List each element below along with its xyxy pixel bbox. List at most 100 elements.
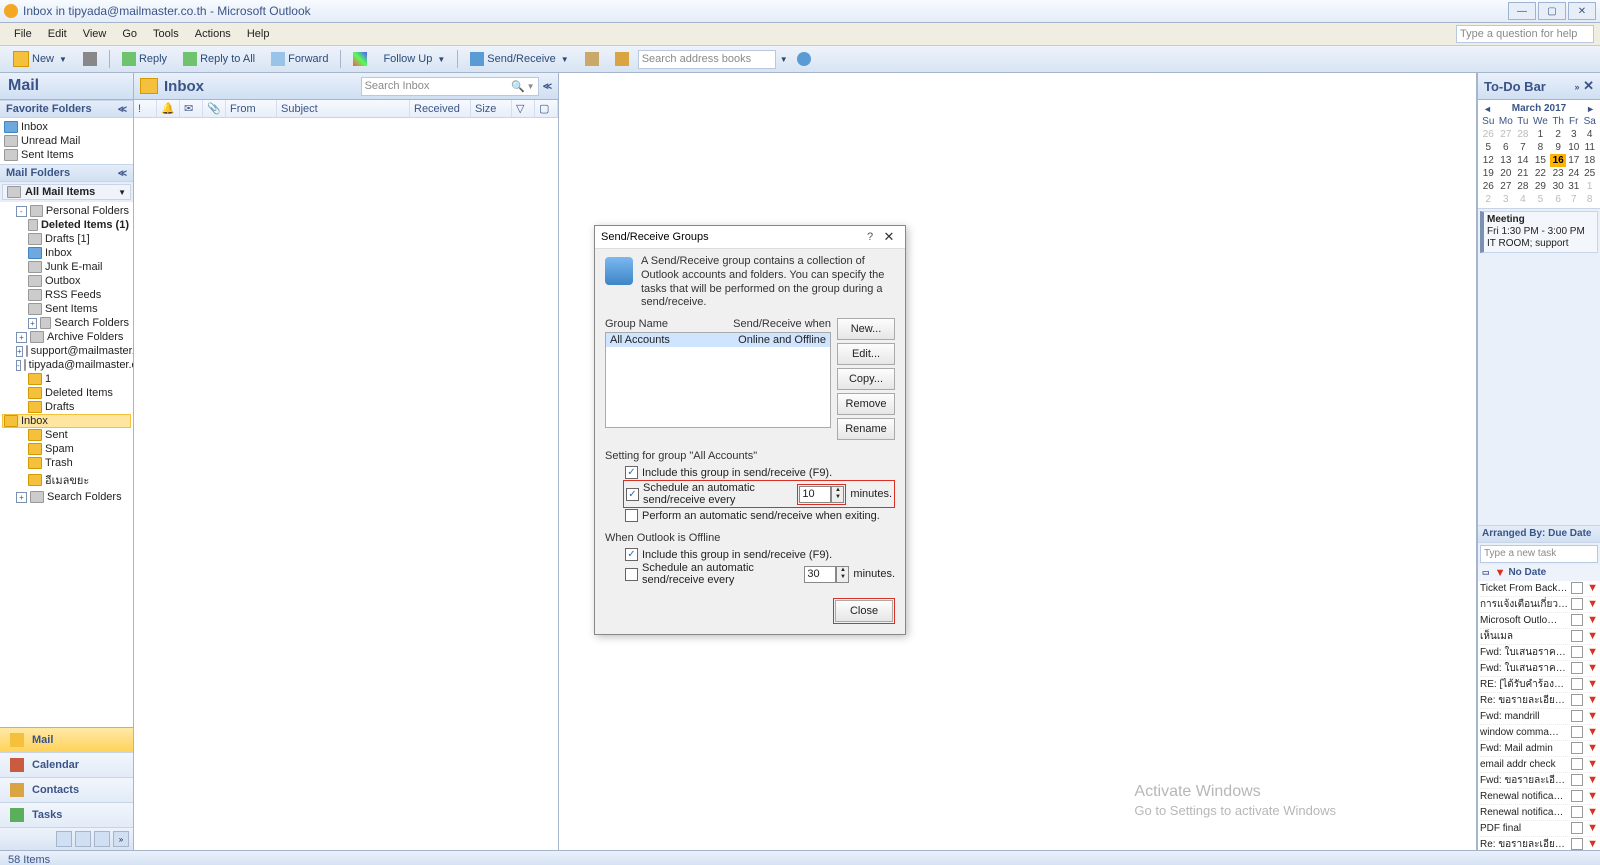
configure-buttons-icon[interactable]: » bbox=[113, 831, 129, 847]
group-row-all-accounts[interactable]: All Accounts Online and Offline bbox=[606, 333, 830, 347]
calendar-day[interactable]: 21 bbox=[1515, 167, 1531, 180]
flag-icon[interactable]: ▼ bbox=[1587, 710, 1598, 722]
task-item[interactable]: Fwd: mandrill▼ bbox=[1480, 709, 1598, 725]
tree-item[interactable]: RSS Feeds bbox=[2, 288, 131, 302]
task-complete-checkbox[interactable] bbox=[1571, 710, 1583, 722]
flag-icon[interactable]: ▼ bbox=[1587, 790, 1598, 802]
expand-toggle-icon[interactable]: + bbox=[16, 346, 23, 357]
tree-item[interactable]: -Personal Folders bbox=[2, 204, 131, 218]
col-size[interactable]: Size bbox=[471, 100, 512, 117]
tree-item[interactable]: +Search Folders bbox=[2, 490, 131, 504]
dropdown-icon[interactable]: ▼ bbox=[780, 55, 788, 64]
dialog-help-button[interactable]: ? bbox=[861, 231, 879, 243]
task-complete-checkbox[interactable] bbox=[1571, 790, 1583, 802]
task-item[interactable]: Renewal notifica…▼ bbox=[1480, 805, 1598, 821]
menu-edit[interactable]: Edit bbox=[40, 26, 75, 42]
interval-minutes-input[interactable]: 10 bbox=[799, 486, 831, 503]
task-item[interactable]: Fwd: ใบเสนอราค…▼ bbox=[1480, 645, 1598, 661]
task-complete-checkbox[interactable] bbox=[1571, 662, 1583, 674]
flag-icon[interactable]: ▼ bbox=[1587, 582, 1598, 594]
calendar-day[interactable]: 18 bbox=[1581, 154, 1598, 167]
window-close-button[interactable]: ✕ bbox=[1568, 2, 1596, 20]
task-item[interactable]: Fwd: ขอรายละเอี…▼ bbox=[1480, 773, 1598, 789]
next-month-button[interactable]: ► bbox=[1583, 104, 1598, 114]
favorite-unread-mail[interactable]: Unread Mail bbox=[2, 134, 131, 148]
flag-icon[interactable]: ▼ bbox=[1587, 678, 1598, 690]
menu-tools[interactable]: Tools bbox=[145, 26, 187, 42]
task-complete-checkbox[interactable] bbox=[1571, 614, 1583, 626]
col-reminder-icon[interactable]: 🔔 bbox=[157, 100, 180, 117]
notes-icon[interactable] bbox=[56, 831, 72, 847]
tree-item[interactable]: +support@mailmaster.co… bbox=[2, 344, 131, 358]
menu-actions[interactable]: Actions bbox=[187, 26, 239, 42]
task-complete-checkbox[interactable] bbox=[1571, 838, 1583, 850]
spinner-buttons[interactable]: ▲▼ bbox=[836, 566, 849, 583]
nav-button-calendar[interactable]: Calendar bbox=[0, 752, 133, 777]
edit-group-button[interactable]: Edit... bbox=[837, 343, 895, 365]
offline-include-checkbox[interactable]: ✓ Include this group in send/receive (F9… bbox=[625, 548, 895, 561]
tree-item[interactable]: Outbox bbox=[2, 274, 131, 288]
calendar-day[interactable]: 1 bbox=[1581, 180, 1598, 193]
calendar-day[interactable]: 19 bbox=[1480, 167, 1497, 180]
categorize-button[interactable] bbox=[346, 49, 374, 69]
tree-item[interactable]: Spam bbox=[2, 442, 131, 456]
help-search-input[interactable]: Type a question for help bbox=[1456, 25, 1594, 43]
remove-group-button[interactable]: Remove bbox=[837, 393, 895, 415]
dialog-close-button[interactable]: ✕ bbox=[879, 229, 899, 245]
calendar-day[interactable]: 2 bbox=[1550, 128, 1566, 141]
reply-button[interactable]: Reply bbox=[115, 49, 174, 69]
task-complete-checkbox[interactable] bbox=[1571, 598, 1583, 610]
expand-toggle-icon[interactable]: + bbox=[16, 492, 27, 503]
calendar-day[interactable]: 27 bbox=[1497, 128, 1516, 141]
task-item[interactable]: Ticket From Back…▼ bbox=[1480, 581, 1598, 597]
task-complete-checkbox[interactable] bbox=[1571, 774, 1583, 786]
offline-interval-input[interactable]: 30 bbox=[804, 566, 836, 583]
tree-item[interactable]: +Archive Folders bbox=[2, 330, 131, 344]
flag-icon[interactable]: ▼ bbox=[1587, 694, 1598, 706]
col-attachment-icon[interactable]: 📎 bbox=[203, 100, 226, 117]
col-subject[interactable]: Subject bbox=[277, 100, 410, 117]
flag-icon[interactable]: ▼ bbox=[1587, 598, 1598, 610]
calendar-day[interactable]: 28 bbox=[1515, 128, 1531, 141]
col-received[interactable]: Received bbox=[410, 100, 471, 117]
mail-folders-header[interactable]: Mail Folders≪ bbox=[0, 164, 133, 182]
calendar-day[interactable]: 6 bbox=[1550, 193, 1566, 206]
calendar-day[interactable]: 7 bbox=[1515, 141, 1531, 154]
task-complete-checkbox[interactable] bbox=[1571, 694, 1583, 706]
calendar-day[interactable]: 13 bbox=[1497, 154, 1516, 167]
calendar-day[interactable]: 24 bbox=[1566, 167, 1581, 180]
appointment-item[interactable]: Meeting Fri 1:30 PM - 3:00 PM IT ROOM; s… bbox=[1480, 211, 1598, 253]
tree-item[interactable]: อีเมลขยะ bbox=[2, 470, 131, 490]
groups-listbox[interactable]: All Accounts Online and Offline bbox=[605, 332, 831, 428]
expand-search-icon[interactable]: ≪ bbox=[543, 81, 552, 92]
include-in-sendreceive-checkbox[interactable]: ✓ Include this group in send/receive (F9… bbox=[625, 466, 895, 479]
calendar-day[interactable]: 14 bbox=[1515, 154, 1531, 167]
nav-button-mail[interactable]: Mail bbox=[0, 727, 133, 752]
reply-all-button[interactable]: Reply to All bbox=[176, 49, 262, 69]
nav-button-tasks[interactable]: Tasks bbox=[0, 802, 133, 827]
print-button[interactable] bbox=[76, 49, 104, 69]
flag-icon[interactable]: ▼ bbox=[1587, 822, 1598, 834]
col-flag-icon[interactable]: ▽ bbox=[512, 100, 535, 117]
calendar-day[interactable]: 11 bbox=[1581, 141, 1598, 154]
copy-group-button[interactable]: Copy... bbox=[837, 368, 895, 390]
calendar-day[interactable]: 6 bbox=[1497, 141, 1516, 154]
calendar-day[interactable]: 5 bbox=[1480, 141, 1497, 154]
favorite-sent-items[interactable]: Sent Items bbox=[2, 148, 131, 162]
menu-file[interactable]: File bbox=[6, 26, 40, 42]
send-receive-button[interactable]: Send/Receive▼ bbox=[463, 49, 575, 69]
task-complete-checkbox[interactable] bbox=[1571, 726, 1583, 738]
tree-item[interactable]: Sent bbox=[2, 428, 131, 442]
task-complete-checkbox[interactable] bbox=[1571, 822, 1583, 834]
calendar-day[interactable]: 23 bbox=[1550, 167, 1566, 180]
tree-item[interactable]: Deleted Items bbox=[2, 386, 131, 400]
spinner-buttons[interactable]: ▲▼ bbox=[831, 486, 844, 503]
task-item[interactable]: Microsoft Outlo…▼ bbox=[1480, 613, 1598, 629]
calendar-day[interactable]: 20 bbox=[1497, 167, 1516, 180]
task-complete-checkbox[interactable] bbox=[1571, 630, 1583, 642]
calendar-day[interactable]: 26 bbox=[1480, 128, 1497, 141]
flag-icon[interactable]: ▼ bbox=[1587, 614, 1598, 626]
help-button[interactable] bbox=[790, 49, 818, 69]
offline-schedule-checkbox[interactable]: Schedule an automatic send/receive every… bbox=[625, 562, 895, 586]
calendar-day[interactable]: 31 bbox=[1566, 180, 1581, 193]
